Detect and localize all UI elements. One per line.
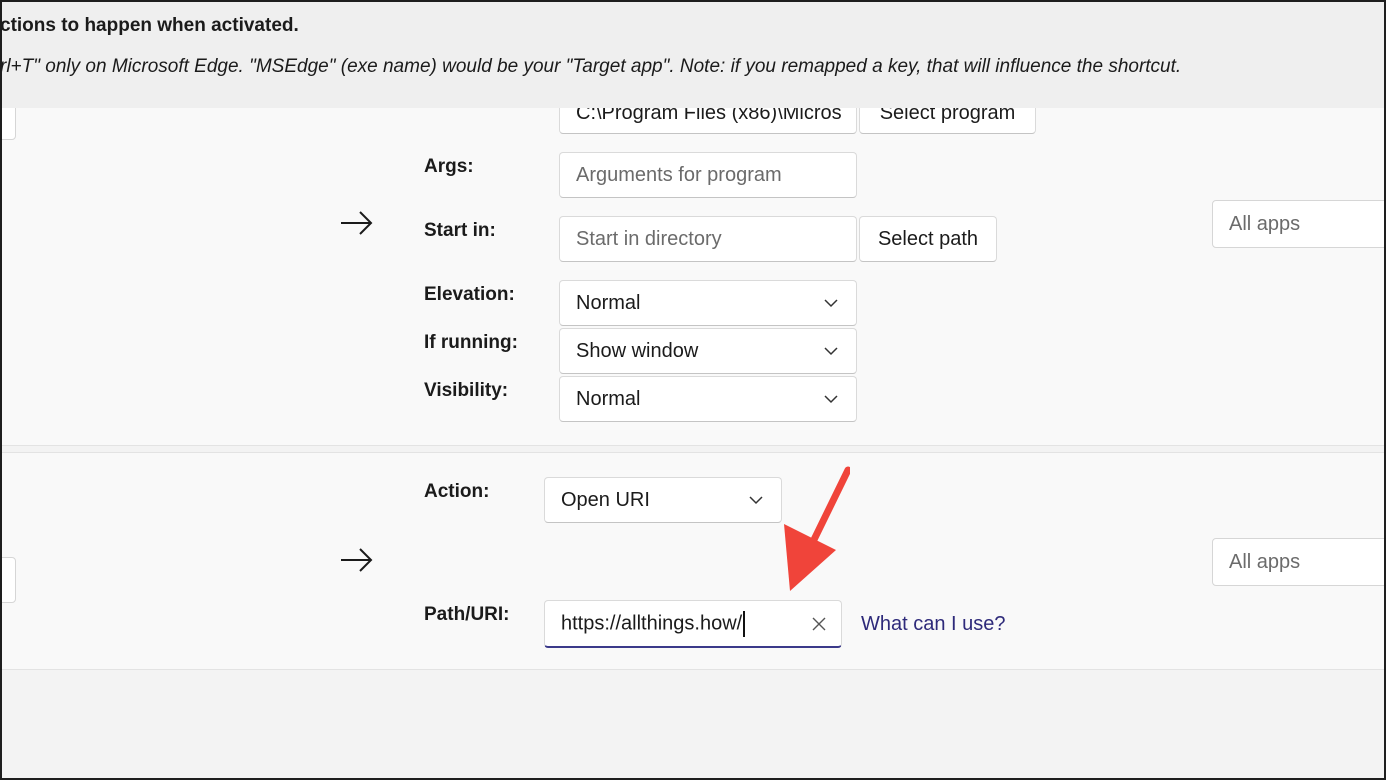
- visibility-dropdown[interactable]: Normal: [559, 376, 857, 422]
- visibility-value: Normal: [576, 387, 641, 410]
- arrow-right-icon: [341, 211, 373, 235]
- start-in-label: Start in:: [424, 220, 496, 241]
- target-app-input[interactable]: All apps: [1212, 538, 1386, 586]
- select-path-button[interactable]: Select path: [859, 216, 997, 262]
- action-dropdown[interactable]: Open URI: [544, 477, 782, 523]
- elevation-label: Elevation:: [424, 284, 515, 305]
- what-can-i-use-link[interactable]: What can I use?: [861, 613, 1006, 636]
- clear-icon[interactable]: [811, 616, 827, 632]
- args-input[interactable]: Arguments for program: [559, 152, 857, 198]
- target-app-input[interactable]: All apps: [1212, 200, 1386, 248]
- text-caret: [743, 610, 745, 637]
- header-band: ctions to happen when activated. rl+T" o…: [0, 0, 1386, 108]
- chevron-down-icon: [824, 347, 838, 356]
- shortcut-row-open-uri: Action: Open URI Path/URI: https://allth…: [0, 452, 1386, 670]
- elevation-value: Normal: [576, 291, 641, 314]
- shortcut-input-stub[interactable]: [0, 557, 16, 603]
- arrow-right-icon: [341, 548, 373, 572]
- path-uri-value: https://allthings.how/: [561, 611, 743, 634]
- action-value: Open URI: [561, 488, 650, 511]
- visibility-label: Visibility:: [424, 380, 509, 401]
- if-running-label: If running:: [424, 332, 518, 353]
- header-title: ctions to happen when activated.: [0, 15, 299, 36]
- annotation-arrow: [784, 466, 850, 591]
- chevron-down-icon: [824, 395, 838, 404]
- header-description: rl+T" only on Microsoft Edge. "MSEdge" (…: [0, 56, 1182, 77]
- chevron-down-icon: [749, 496, 763, 505]
- args-label: Args:: [424, 156, 474, 177]
- action-label: Action:: [424, 481, 490, 502]
- elevation-dropdown[interactable]: Normal: [559, 280, 857, 326]
- if-running-value: Show window: [576, 339, 699, 362]
- shortcut-row-run-program: C:\Program Files (x86)\Micros Select pro…: [0, 92, 1386, 446]
- if-running-dropdown[interactable]: Show window: [559, 328, 857, 374]
- chevron-down-icon: [824, 299, 838, 308]
- start-in-input[interactable]: Start in directory: [559, 216, 857, 262]
- path-uri-input[interactable]: https://allthings.how/: [544, 600, 842, 648]
- path-uri-label: Path/URI:: [424, 604, 510, 625]
